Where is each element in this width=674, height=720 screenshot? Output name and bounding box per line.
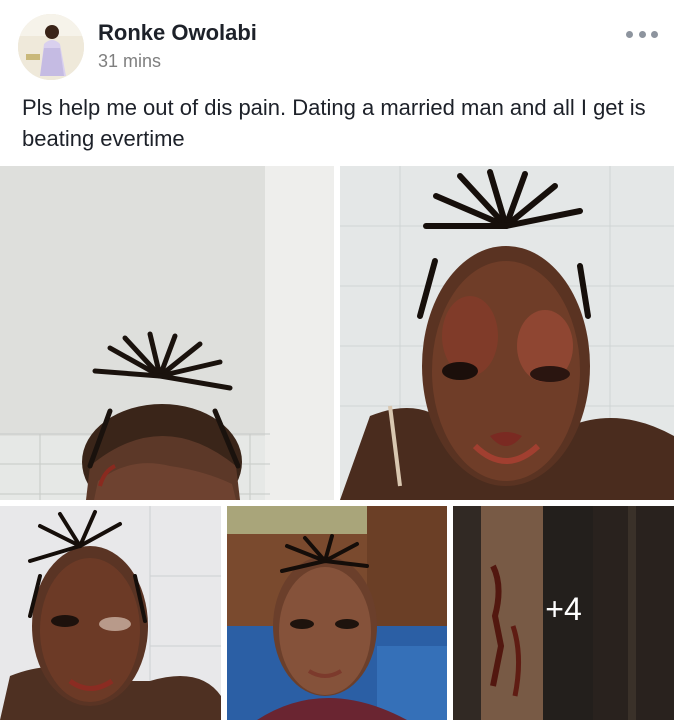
photo-2[interactable] — [340, 166, 674, 500]
post-timestamp[interactable]: 31 mins — [98, 51, 161, 72]
photo-1[interactable] — [0, 166, 334, 500]
photo-5-more[interactable]: +4 — [453, 506, 674, 720]
photo-3[interactable] — [0, 506, 221, 720]
more-horizontal-icon — [626, 30, 633, 38]
author-name[interactable]: Ronke Owolabi — [98, 20, 257, 46]
more-photos-overlay[interactable]: +4 — [453, 506, 674, 720]
more-options-button[interactable] — [626, 22, 658, 46]
more-photos-count: +4 — [545, 590, 582, 627]
post-header: Ronke Owolabi 31 mins — [0, 0, 674, 90]
author-avatar[interactable] — [18, 14, 84, 80]
post-text: Pls help me out of dis pain. Dating a ma… — [22, 95, 646, 151]
photo-4[interactable] — [227, 506, 447, 720]
